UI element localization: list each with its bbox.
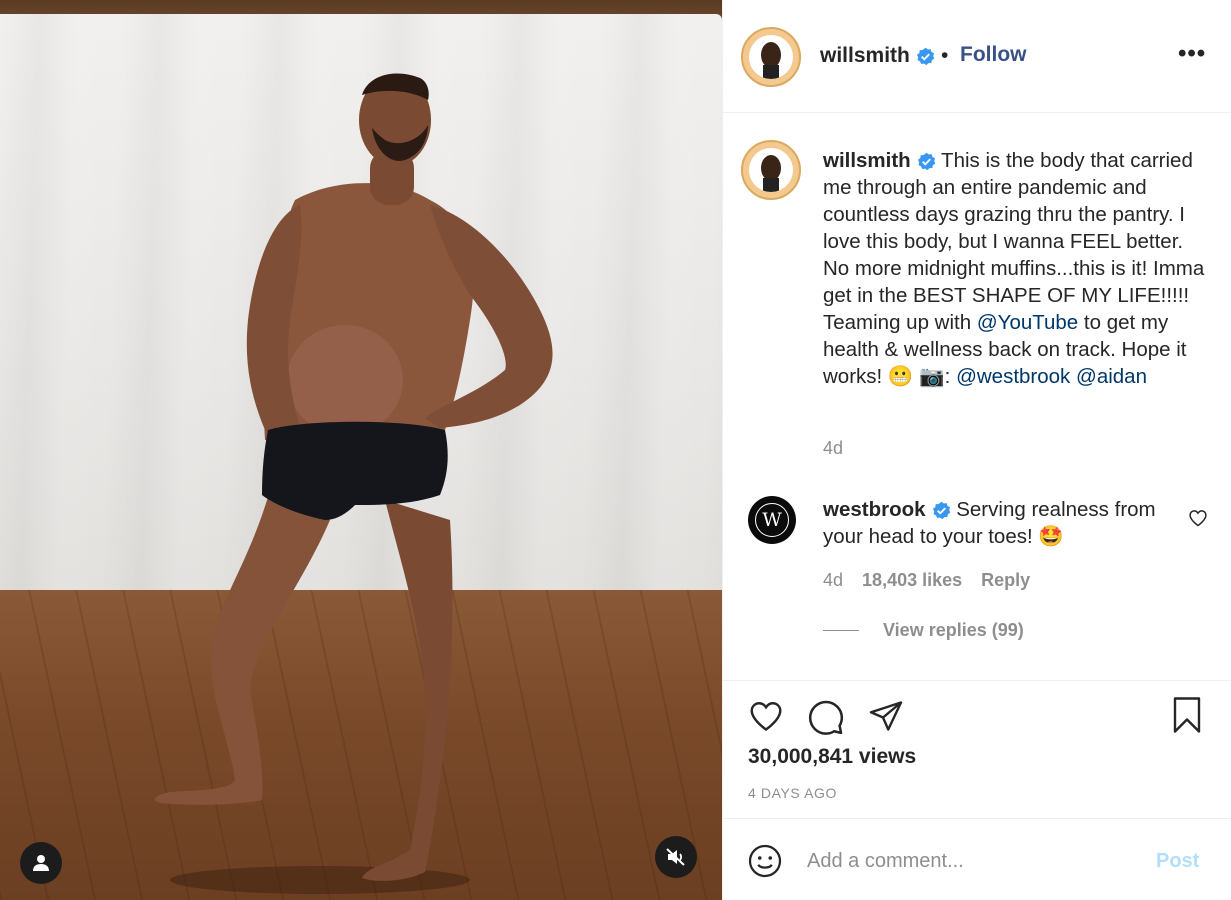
caption-text-part-1: This is the body that carried me through… bbox=[823, 149, 1205, 334]
comment-heart-icon[interactable] bbox=[1188, 508, 1208, 528]
mention-link-youtube[interactable]: @YouTube bbox=[977, 311, 1078, 334]
comment-timestamp[interactable]: 4d bbox=[823, 570, 843, 590]
comment-username[interactable]: westbrook bbox=[823, 498, 926, 521]
post-actions: 30,000,841 views 4 DAYS AGO bbox=[723, 680, 1231, 818]
avatar-photo bbox=[749, 35, 793, 79]
caption-timestamp[interactable]: 4d bbox=[823, 438, 843, 459]
author-username-text[interactable]: willsmith bbox=[820, 44, 910, 67]
comment-likes-count[interactable]: 18,403 likes bbox=[862, 570, 962, 590]
verified-badge-icon bbox=[917, 152, 935, 171]
post-comment-button[interactable]: Post bbox=[1156, 850, 1199, 873]
person-icon bbox=[33, 855, 49, 871]
reply-button[interactable]: Reply bbox=[981, 570, 1030, 590]
verified-badge-icon bbox=[932, 501, 950, 520]
post-media[interactable] bbox=[0, 0, 722, 900]
comment-input[interactable] bbox=[807, 841, 1137, 881]
photo-subject bbox=[154, 73, 553, 894]
speaker-muted-icon bbox=[666, 848, 685, 866]
post-caption: willsmith This is the body that carried … bbox=[823, 147, 1213, 390]
view-replies-label: View replies (99) bbox=[883, 620, 1024, 640]
header-separator: • bbox=[941, 44, 949, 67]
caption-username[interactable]: willsmith bbox=[823, 149, 911, 172]
add-comment-bar: Post bbox=[723, 818, 1231, 900]
paper-plane-icon[interactable] bbox=[867, 698, 905, 734]
bookmark-icon[interactable] bbox=[1169, 695, 1205, 735]
smiley-icon[interactable] bbox=[747, 843, 783, 879]
follow-button[interactable]: Follow bbox=[960, 43, 1027, 67]
avatar-photo bbox=[749, 148, 793, 192]
comment-meta: 4d 18,403 likes Reply bbox=[823, 570, 1044, 591]
speech-bubble-icon[interactable] bbox=[807, 698, 845, 736]
more-options-icon[interactable]: ••• bbox=[1178, 40, 1206, 68]
mute-toggle-button[interactable] bbox=[655, 836, 697, 878]
post-header: willsmith • Follow ••• bbox=[723, 0, 1231, 113]
comment-item: westbrook Serving realness from your hea… bbox=[823, 496, 1163, 550]
caption-author-avatar[interactable] bbox=[741, 140, 801, 200]
mention-link-aidan[interactable]: @aidan bbox=[1076, 365, 1147, 388]
commenter-avatar[interactable]: W bbox=[748, 496, 796, 544]
post-details-panel: willsmith • Follow ••• willsmith This is… bbox=[722, 0, 1231, 900]
author-avatar[interactable] bbox=[741, 27, 801, 87]
mention-link-westbrook[interactable]: @westbrook bbox=[956, 365, 1070, 388]
westbrook-logo: W bbox=[755, 503, 789, 537]
user-tag-button[interactable] bbox=[20, 842, 62, 884]
view-count[interactable]: 30,000,841 views bbox=[748, 745, 916, 769]
replies-divider bbox=[823, 630, 859, 631]
author-username[interactable]: willsmith bbox=[820, 44, 935, 68]
view-replies-button[interactable]: View replies (99) bbox=[823, 620, 1024, 641]
post-date[interactable]: 4 DAYS AGO bbox=[748, 785, 837, 801]
verified-badge-icon bbox=[916, 47, 935, 66]
heart-icon[interactable] bbox=[747, 698, 785, 734]
